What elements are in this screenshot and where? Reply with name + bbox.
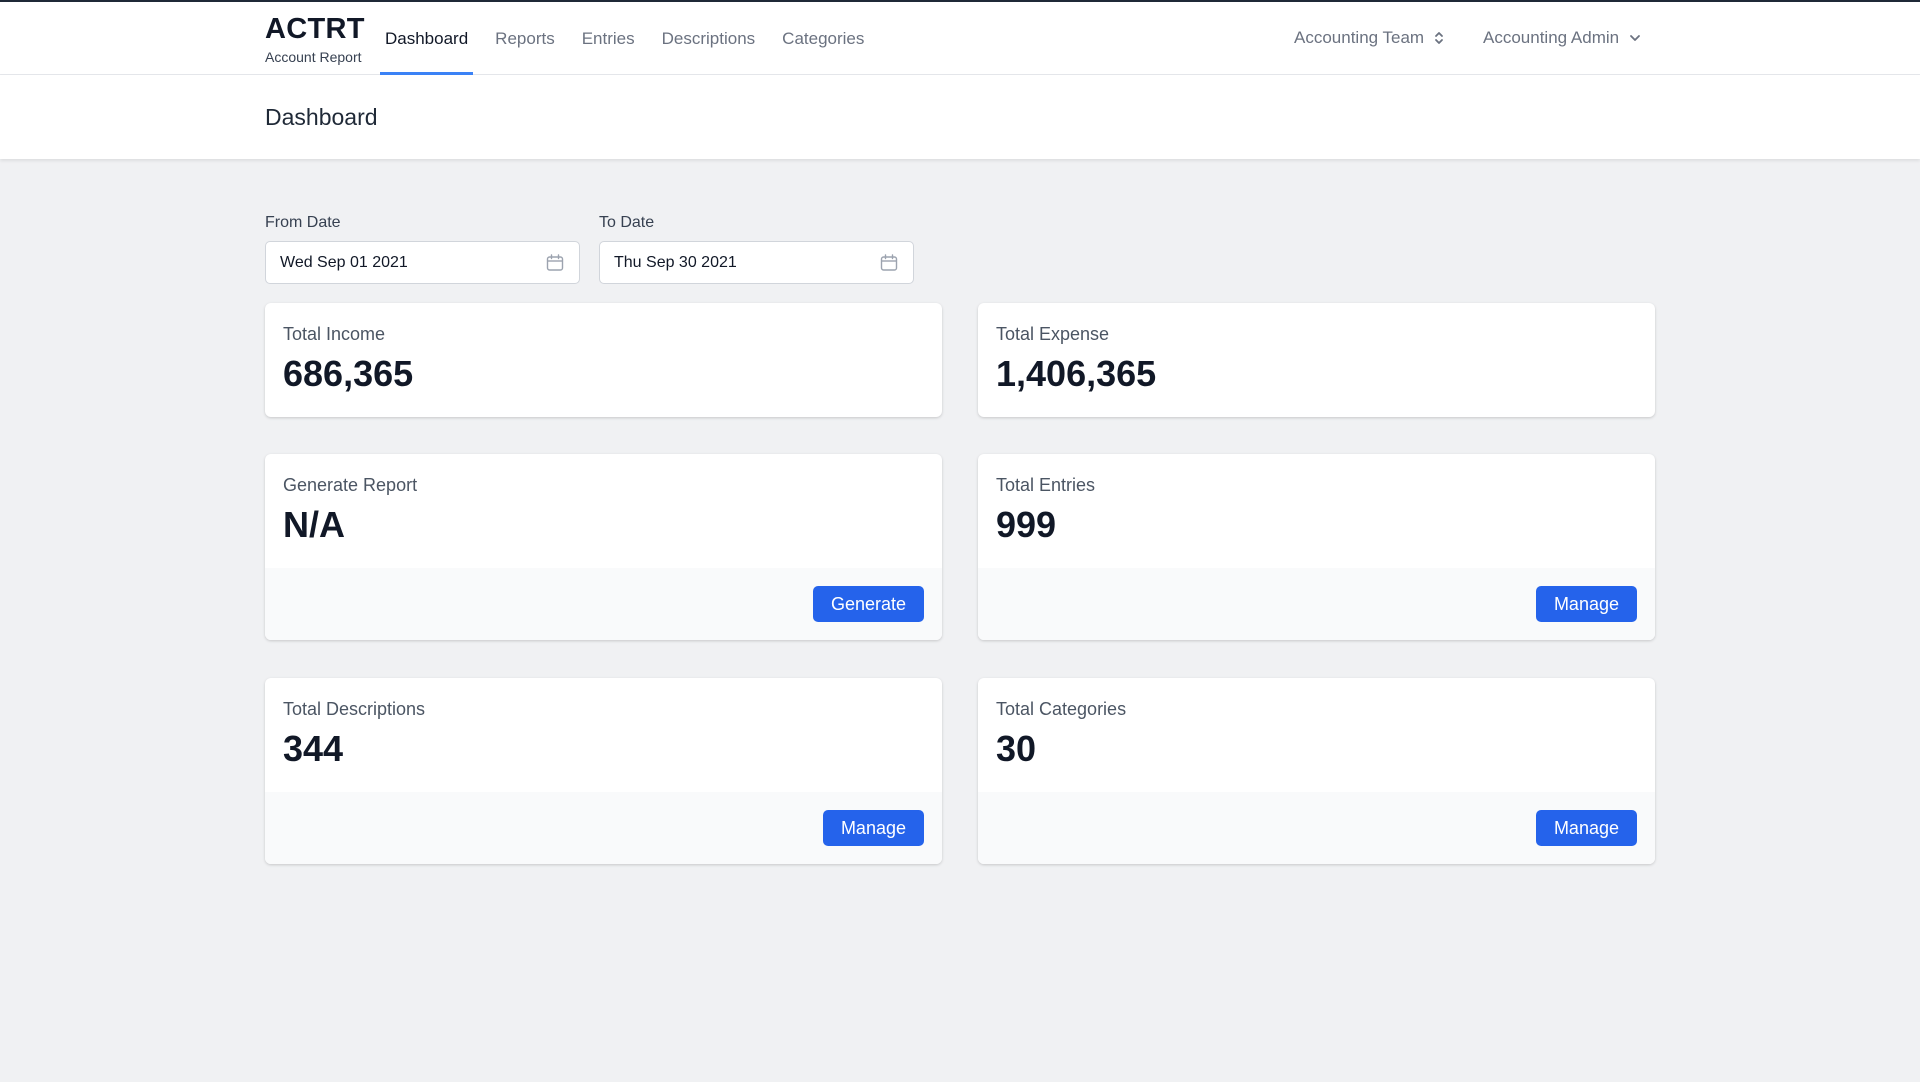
total-categories-label: Total Categories (996, 699, 1127, 719)
from-date-input[interactable]: Wed Sep 01 2021 (265, 241, 580, 284)
from-date-field: From Date Wed Sep 01 2021 (265, 214, 580, 284)
nav-tabs: Dashboard Reports Entries Descriptions C… (380, 2, 886, 75)
total-expense-card: Total Expense 1,406,365 (978, 303, 1655, 417)
total-income-card: Total Income 686,365 (265, 303, 942, 417)
card-footer: Manage (265, 792, 942, 864)
page-title: Dashboard (265, 104, 378, 130)
brand-title: ACTRT (265, 13, 365, 45)
nav-tab-descriptions[interactable]: Descriptions (657, 2, 761, 75)
total-income-label: Total Income (283, 324, 386, 344)
card-body: Total Entries 999 (978, 454, 1655, 568)
total-categories-value: 30 (996, 728, 1037, 769)
team-name: Accounting Team (1294, 28, 1425, 47)
card-body: Generate Report N/A (265, 454, 942, 568)
user-menu[interactable]: Accounting Admin (1483, 28, 1641, 48)
from-date-label: From Date (265, 214, 341, 231)
total-descriptions-card: Total Descriptions 344 Manage (265, 678, 942, 864)
brand[interactable]: ACTRT Account Report (265, 12, 365, 66)
nav-tab-reports[interactable]: Reports (490, 2, 560, 75)
total-entries-card: Total Entries 999 Manage (978, 454, 1655, 640)
from-date-value: Wed Sep 01 2021 (280, 253, 408, 271)
calendar-icon[interactable] (879, 253, 899, 273)
nav-tab-dashboard[interactable]: Dashboard (380, 2, 474, 75)
page-header: Dashboard (0, 75, 1920, 159)
to-date-input[interactable]: Thu Sep 30 2021 (599, 241, 914, 284)
card-body: Total Expense 1,406,365 (978, 303, 1655, 417)
chevron-down-icon (1630, 35, 1640, 41)
card-body: Total Descriptions 344 (265, 678, 942, 792)
brand-subtitle: Account Report (265, 49, 362, 65)
total-categories-card: Total Categories 30 Manage (978, 678, 1655, 864)
team-switcher[interactable]: Accounting Team (1294, 28, 1444, 48)
manage-entries-button[interactable]: Manage (1535, 586, 1637, 622)
calendar-icon[interactable] (545, 253, 565, 273)
to-date-field: To Date Thu Sep 30 2021 (599, 214, 914, 284)
total-entries-label: Total Entries (996, 475, 1096, 495)
card-footer: Manage (978, 792, 1655, 864)
user-name: Accounting Admin (1483, 28, 1620, 47)
total-income-value: 686,365 (283, 353, 414, 394)
total-entries-value: 999 (996, 504, 1057, 545)
nav-tab-categories[interactable]: Categories (777, 2, 869, 75)
generate-report-label: Generate Report (283, 475, 418, 495)
card-body: Total Income 686,365 (265, 303, 942, 417)
manage-categories-button[interactable]: Manage (1535, 810, 1637, 846)
nav-tab-entries[interactable]: Entries (577, 2, 640, 75)
card-footer: Manage (978, 568, 1655, 640)
chevron-up-down-icon (1435, 32, 1444, 44)
to-date-label: To Date (599, 214, 655, 231)
card-footer: Generate (265, 568, 942, 640)
to-date-value: Thu Sep 30 2021 (614, 253, 737, 271)
generate-report-card: Generate Report N/A Generate (265, 454, 942, 640)
total-descriptions-label: Total Descriptions (283, 699, 426, 719)
total-expense-value: 1,406,365 (996, 353, 1157, 394)
top-navbar: ACTRT Account Report Dashboard Reports E… (0, 2, 1920, 75)
generate-button[interactable]: Generate (812, 586, 924, 622)
card-body: Total Categories 30 (978, 678, 1655, 792)
generate-report-value: N/A (283, 504, 345, 545)
total-descriptions-value: 344 (283, 728, 344, 769)
total-expense-label: Total Expense (996, 324, 1110, 344)
manage-descriptions-button[interactable]: Manage (822, 810, 924, 846)
